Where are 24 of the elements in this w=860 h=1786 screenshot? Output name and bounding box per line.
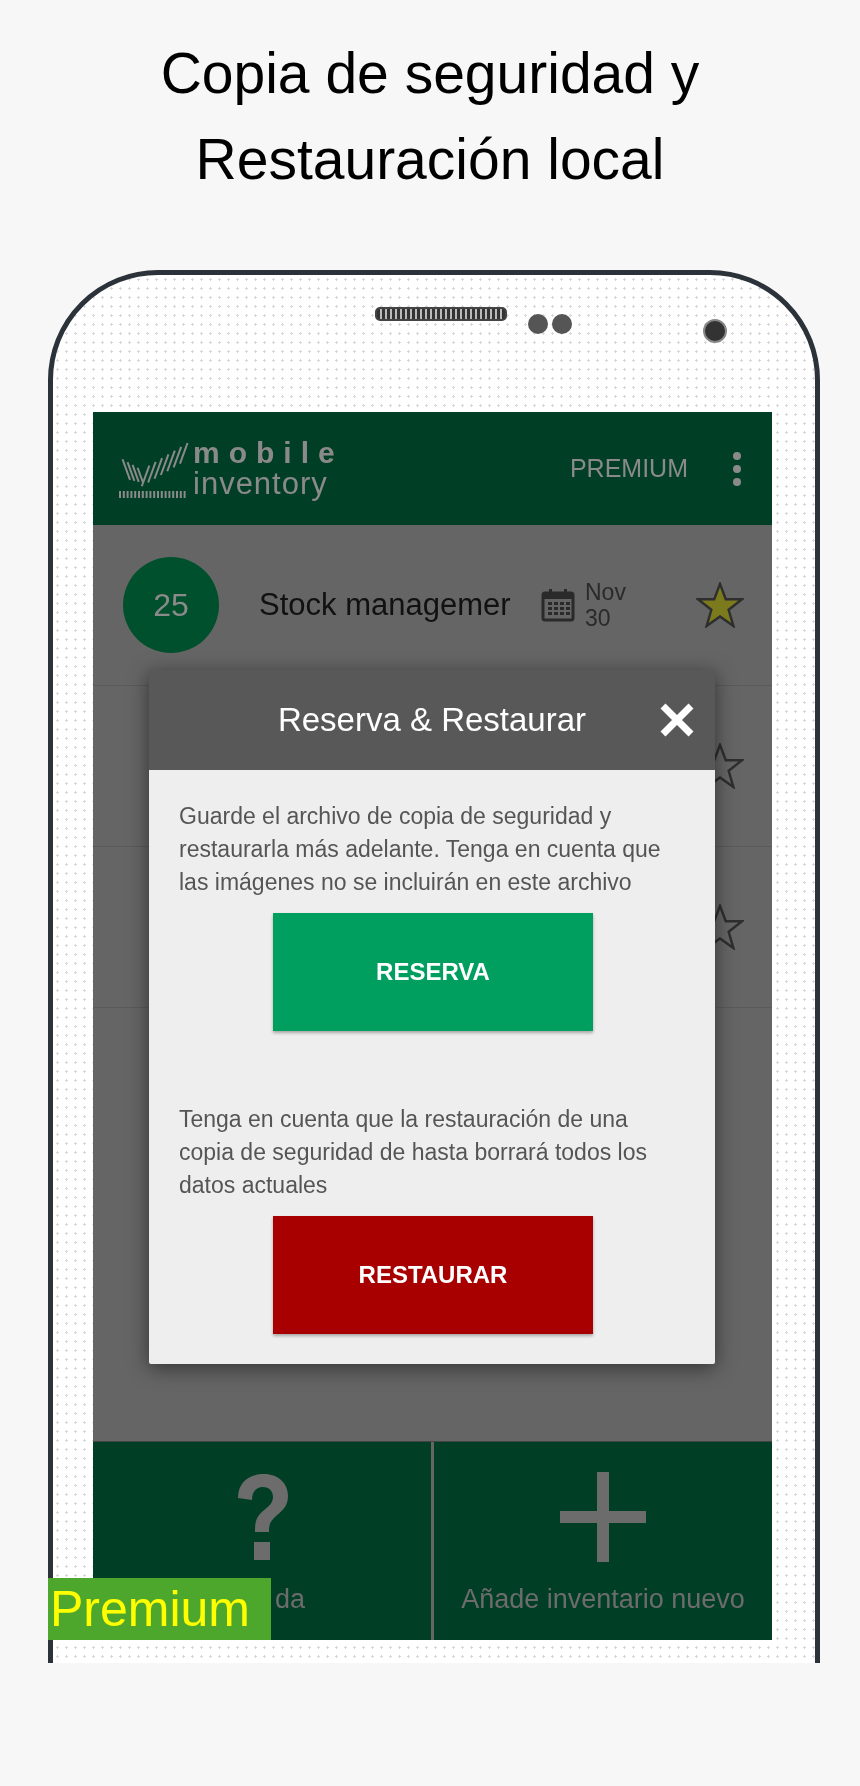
sensor-icon [528,314,572,334]
restore-button[interactable]: RESTAURAR [273,1216,593,1334]
headline: Copia de seguridad y [160,40,700,107]
backup-button[interactable]: RESERVA [273,913,593,1031]
close-icon[interactable] [659,702,695,738]
logo-wordmark: inventory [193,468,329,499]
logo-wordmark: mobile [193,438,344,468]
calendar-icon [541,588,575,622]
plus-icon [560,1472,646,1562]
inventory-title: Stock managemer [259,587,512,623]
headline: Restauración local [195,126,665,193]
restore-warning: Tenga en cuenta que la restauración de una copia de seguridad de hasta borrará todos los datos actuales [179,1105,648,1200]
star-icon[interactable] [696,582,744,628]
nav-label: Añade inventario nuevo [461,1584,745,1615]
backup-note: Guarde el archivo de copia de seguridad y restaurarla más adelante. Tenga en cuenta que las imágenes no se incluirán en este archivo [179,802,662,897]
dialog-title: Reserva & Restaurar [277,701,587,739]
premium-button[interactable]: PREMIUM [569,454,688,483]
premium-badge: Premium [48,1578,271,1640]
date-day: 30 [585,605,626,632]
menu-icon[interactable] [732,450,742,487]
camera-icon [703,319,727,343]
nav-label: da [275,1584,306,1615]
date-month: Nov [585,578,626,605]
count-badge: 25 [123,557,219,653]
